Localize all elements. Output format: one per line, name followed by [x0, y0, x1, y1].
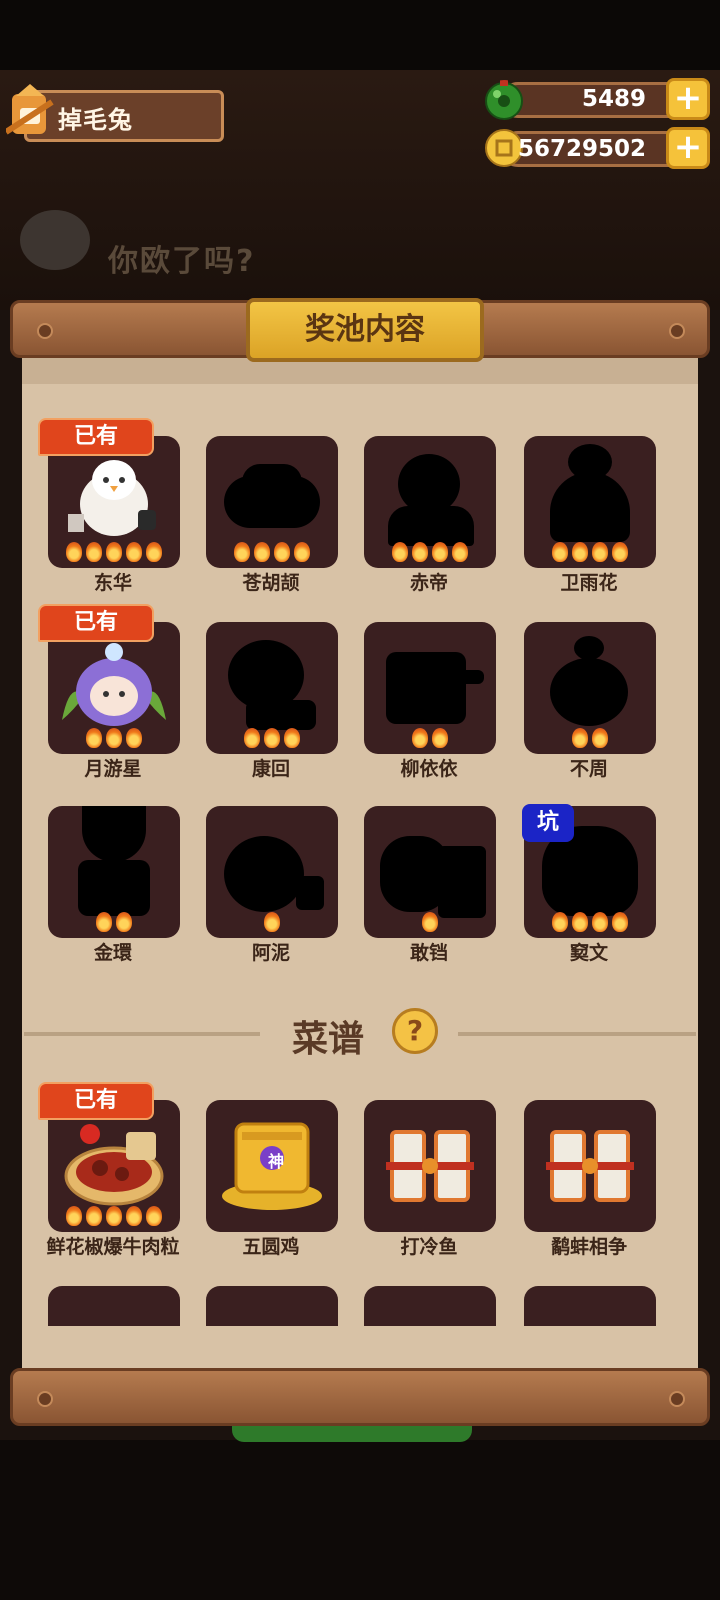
nail-icon — [669, 1391, 685, 1407]
jade-value: 5489 — [581, 86, 646, 112]
star-rating — [364, 912, 496, 934]
donghua-portrait-icon — [68, 460, 156, 536]
character-card[interactable] — [206, 806, 338, 938]
recipe-card[interactable] — [364, 1100, 496, 1232]
bird-mascot-icon — [20, 210, 90, 270]
recipe-scroll-icon — [386, 1130, 474, 1202]
character-name: 康回 — [251, 758, 290, 780]
help-button[interactable]: ? — [392, 1008, 438, 1054]
owned-badge: 已有 — [38, 418, 154, 456]
player-avatar-icon — [6, 84, 54, 135]
character-card[interactable] — [364, 806, 496, 938]
star-rating — [206, 912, 338, 934]
add-coins-button[interactable]: + — [666, 127, 710, 169]
character-card[interactable] — [48, 806, 180, 938]
panel-title: 奖池内容 — [246, 298, 484, 362]
character-card[interactable] — [364, 436, 496, 568]
recipe-card[interactable] — [206, 1286, 338, 1326]
coin-value: 56729502 — [517, 136, 646, 162]
nail-icon — [37, 323, 53, 339]
recipe-name: 鹬蚌相争 — [550, 1236, 627, 1258]
character-card[interactable] — [206, 622, 338, 754]
owned-badge: 已有 — [38, 604, 154, 642]
recipe-section-title: 菜谱 — [292, 1019, 365, 1060]
character-name: 敢铛 — [409, 942, 448, 964]
recipe-card[interactable] — [524, 1100, 656, 1232]
recipe-card[interactable] — [48, 1286, 180, 1326]
star-rating — [524, 912, 656, 934]
star-rating — [524, 728, 656, 750]
character-name: 柳依依 — [400, 758, 458, 780]
section-divider — [458, 1032, 696, 1036]
star-rating — [48, 728, 180, 750]
star-rating — [206, 728, 338, 750]
bottom-area — [0, 1440, 720, 1600]
background-banner-text: 你欧了吗? — [108, 244, 256, 279]
character-card[interactable] — [364, 622, 496, 754]
recipe-card[interactable] — [364, 1286, 496, 1326]
star-rating — [48, 912, 180, 934]
nail-icon — [669, 323, 685, 339]
character-card[interactable] — [524, 436, 656, 568]
yueyouxing-portrait-icon — [62, 643, 166, 726]
character-name: 不周 — [569, 758, 608, 780]
section-divider — [24, 1032, 260, 1036]
character-name: 阿泥 — [251, 942, 290, 964]
character-name: 窫文 — [569, 942, 608, 964]
star-rating — [364, 542, 496, 564]
star-rating — [206, 542, 338, 564]
jade-icon — [485, 80, 523, 120]
character-card[interactable] — [524, 622, 656, 754]
recipe-scroll-icon — [546, 1130, 634, 1202]
beef-dish-icon — [64, 1124, 164, 1206]
recipe-name: 五圆鸡 — [242, 1236, 300, 1258]
character-name: 赤帝 — [409, 572, 448, 594]
status-bar-area — [0, 0, 720, 70]
pit-badge: 坑 — [522, 804, 574, 842]
divine-emblem: 神 — [267, 1152, 284, 1171]
add-jade-button[interactable]: + — [666, 78, 710, 120]
character-name: 月游星 — [84, 758, 142, 780]
character-name: 卫雨花 — [560, 572, 618, 594]
character-name: 东华 — [93, 572, 132, 594]
recipe-card[interactable]: 神 — [206, 1100, 338, 1232]
owned-badge: 已有 — [38, 1082, 154, 1120]
character-card[interactable] — [206, 436, 338, 568]
recipe-card[interactable] — [524, 1286, 656, 1326]
star-rating — [48, 1206, 180, 1228]
star-rating — [364, 728, 496, 750]
character-name: 苍胡颉 — [242, 572, 300, 594]
star-rating — [524, 542, 656, 564]
star-rating — [48, 542, 180, 564]
recipe-name: 鲜花椒爆牛肉粒 — [46, 1236, 180, 1258]
recipe-name: 打冷鱼 — [400, 1236, 458, 1258]
panel-bottom-beam — [10, 1368, 710, 1426]
nail-icon — [37, 1391, 53, 1407]
character-name: 金環 — [93, 942, 132, 964]
player-name: 掉毛兔 — [58, 106, 133, 134]
